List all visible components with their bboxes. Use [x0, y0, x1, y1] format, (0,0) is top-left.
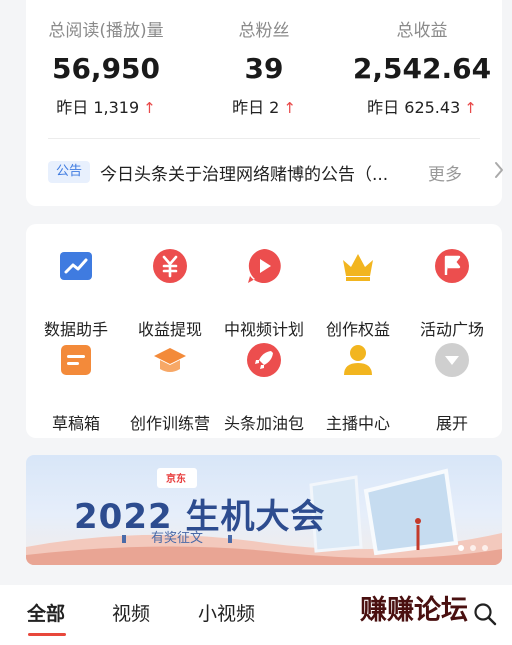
- carousel-dot[interactable]: [482, 545, 488, 551]
- tool-label: 数据助手: [43, 320, 108, 339]
- up-arrow-icon: ↑: [283, 99, 296, 117]
- tool-data-assistant[interactable]: 数据助手: [26, 248, 126, 339]
- draft-icon: [58, 342, 94, 378]
- tool-label: 中视频计划: [223, 320, 304, 339]
- carousel-dots: [458, 545, 498, 553]
- tab-short-video[interactable]: 小视频: [198, 599, 255, 626]
- delta-value: 1,319: [93, 98, 140, 117]
- watermark: 赚赚论坛: [360, 595, 468, 626]
- notice-more-link[interactable]: 更多: [428, 160, 462, 185]
- stat-delta: 昨日 625.43 ↑: [342, 94, 502, 118]
- chevron-down-icon: [434, 342, 470, 378]
- notice-text[interactable]: 今日头条关于治理网络赌博的公告（...: [100, 160, 420, 185]
- stat-value: 56,950: [51, 52, 161, 85]
- chevron-right-icon[interactable]: [494, 161, 504, 184]
- graduation-cap-icon: [152, 342, 188, 378]
- delta-value: 625.43: [404, 98, 461, 117]
- play-icon: [246, 248, 282, 284]
- active-tab-indicator: [28, 633, 66, 636]
- delta-prefix: 昨日: [367, 98, 400, 117]
- tool-creator-rights[interactable]: 创作权益: [308, 248, 408, 339]
- crown-icon: [340, 248, 376, 284]
- tool-activity-square[interactable]: 活动广场: [402, 248, 502, 339]
- carousel-dot[interactable]: [458, 545, 464, 551]
- stat-delta: 昨日 1,319 ↑: [26, 94, 186, 118]
- tool-streamer-center[interactable]: 主播中心: [308, 342, 408, 433]
- tool-label: 收益提现: [137, 320, 202, 339]
- delta-prefix: 昨日: [56, 98, 89, 117]
- stat-value: 39: [244, 52, 284, 85]
- search-icon[interactable]: [472, 601, 498, 627]
- stat-label: 总粉丝: [238, 21, 290, 41]
- jd-logo: 京东: [157, 468, 197, 488]
- tab-video[interactable]: 视频: [112, 599, 150, 626]
- delta-prefix: 昨日: [232, 98, 265, 117]
- up-arrow-icon: ↑: [464, 99, 477, 117]
- up-arrow-icon: ↑: [143, 99, 156, 117]
- tool-boost-pack[interactable]: 头条加油包: [214, 342, 314, 433]
- jd-logo-text: 京东: [166, 474, 186, 485]
- chart-icon: [58, 248, 94, 284]
- tool-label: 头条加油包: [223, 414, 304, 433]
- banner-subtitle: 有奖征文: [122, 530, 232, 548]
- tool-mid-video-plan[interactable]: 中视频计划: [214, 248, 314, 339]
- stat-value: 2,542.64: [352, 52, 492, 85]
- tool-label: 创作权益: [325, 320, 390, 339]
- rocket-icon: [246, 342, 282, 378]
- stats-card: 总阅读(播放)量 56,950 昨日 1,319 ↑ 总粉丝 39 昨日 2 ↑ 总…: [26, 0, 503, 206]
- tool-label: 创作训练营: [129, 414, 210, 433]
- tool-income-withdraw[interactable]: 收益提现: [120, 248, 220, 339]
- carousel-dot[interactable]: [470, 545, 476, 551]
- tools-grid: 数据助手 收益提现 中视频计划 创作权益 活动广场 草稿箱 创作训练营 头条加油…: [26, 224, 502, 438]
- flag-icon: [434, 248, 470, 284]
- promo-banner[interactable]: 京东 2022 生机大会 有奖征文: [26, 455, 502, 565]
- tool-label: 活动广场: [419, 320, 484, 339]
- tool-label: 展开: [435, 414, 468, 433]
- yuan-icon: [152, 248, 188, 284]
- user-icon: [340, 342, 376, 378]
- notice-tag: 公告: [48, 161, 90, 183]
- divider: [48, 138, 480, 139]
- tool-label: 草稿箱: [51, 414, 100, 433]
- delta-value: 2: [269, 98, 280, 117]
- tool-expand[interactable]: 展开: [402, 342, 502, 433]
- notice-bar[interactable]: 公告 今日头条关于治理网络赌博的公告（... 更多: [48, 158, 503, 188]
- stat-label: 总阅读(播放)量: [48, 21, 164, 41]
- tool-drafts[interactable]: 草稿箱: [26, 342, 126, 433]
- stat-delta: 昨日 2 ↑: [186, 94, 342, 118]
- tool-creator-camp[interactable]: 创作训练营: [120, 342, 220, 433]
- tab-all[interactable]: 全部: [27, 599, 65, 626]
- tool-label: 主播中心: [325, 414, 390, 433]
- stat-label: 总收益: [396, 21, 448, 41]
